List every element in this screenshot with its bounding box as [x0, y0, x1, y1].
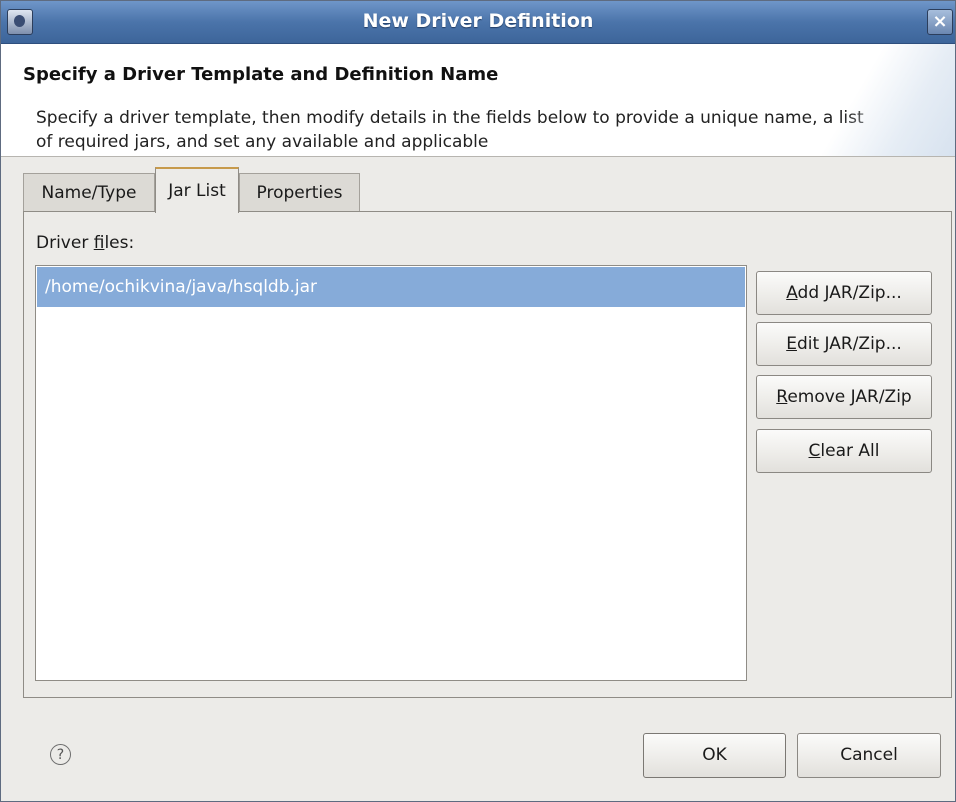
header-banner: Specify a Driver Template and Definition…: [1, 44, 955, 156]
close-button[interactable]: ×: [927, 9, 953, 35]
page-title: Specify a Driver Template and Definition…: [23, 64, 499, 85]
remove-jar-zip-label: emove JAR/Zip: [787, 387, 912, 407]
clear-all-label: lear All: [820, 441, 880, 461]
edit-jar-zip-mnemonic: E: [786, 334, 797, 354]
tab-jar-list[interactable]: Jar List: [155, 167, 239, 213]
ok-button[interactable]: OK: [643, 733, 786, 778]
driver-files-label-prefix: Driver: [36, 233, 94, 253]
cancel-button[interactable]: Cancel: [797, 733, 941, 778]
driver-files-label: Driver files:: [36, 233, 134, 253]
list-item[interactable]: /home/ochikvina/java/hsqldb.jar: [37, 267, 745, 307]
help-icon[interactable]: ?: [50, 744, 71, 765]
clear-all-button[interactable]: Clear All: [756, 429, 932, 473]
remove-jar-zip-mnemonic: R: [776, 387, 788, 407]
tab-properties[interactable]: Properties: [239, 173, 360, 211]
add-jar-zip-button[interactable]: Add JAR/Zip...: [756, 271, 932, 315]
tab-name-type[interactable]: Name/Type: [23, 173, 155, 211]
edit-jar-zip-label: dit JAR/Zip...: [796, 334, 902, 354]
add-jar-zip-mnemonic: A: [786, 283, 798, 303]
driver-files-label-suffix: iles:: [104, 233, 135, 253]
window-title: New Driver Definition: [362, 10, 594, 32]
new-driver-definition-dialog: New Driver Definition × Specify a Driver…: [0, 0, 956, 802]
driver-files-list[interactable]: /home/ochikvina/java/hsqldb.jar: [35, 265, 747, 681]
page-description: Specify a driver template, then modify d…: [36, 108, 864, 152]
add-jar-zip-label: dd JAR/Zip...: [797, 283, 902, 303]
title-bar[interactable]: New Driver Definition ×: [1, 1, 955, 44]
remove-jar-zip-button[interactable]: Remove JAR/Zip: [756, 375, 932, 419]
edit-jar-zip-button[interactable]: Edit JAR/Zip...: [756, 322, 932, 366]
header-divider: [1, 156, 955, 157]
clear-all-mnemonic: C: [808, 441, 821, 461]
driver-files-label-mnemonic: f: [93, 233, 105, 253]
